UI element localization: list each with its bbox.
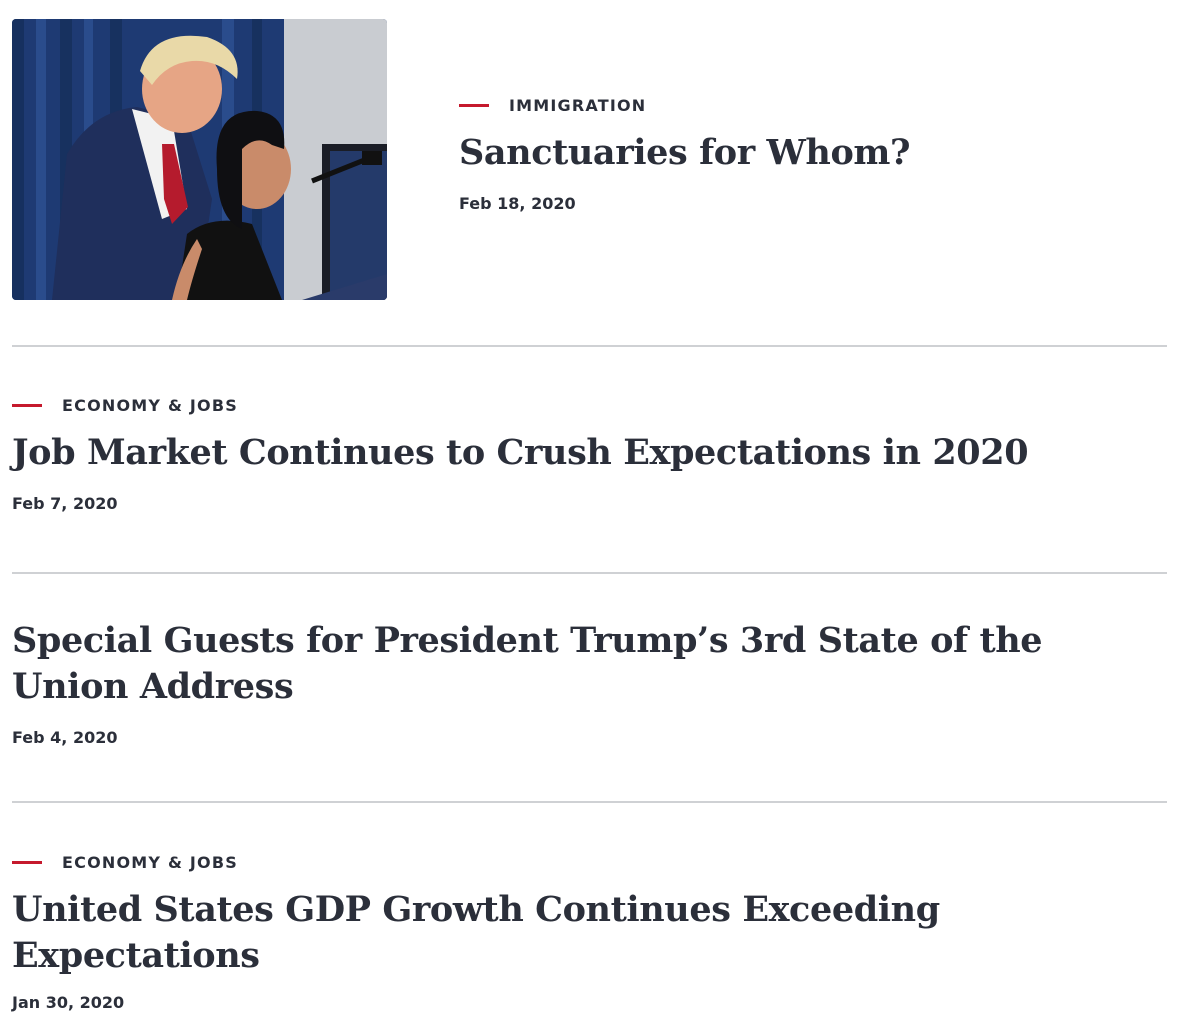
article-date: Feb 7, 2020 — [12, 494, 118, 513]
category-accent-dash — [459, 103, 489, 107]
divider — [12, 345, 1167, 347]
article-title[interactable]: Sanctuaries for Whom? — [459, 130, 911, 176]
article-category[interactable]: IMMIGRATION — [459, 94, 910, 116]
divider — [12, 801, 1167, 803]
category-accent-dash — [12, 403, 42, 407]
article-date: Feb 18, 2020 — [459, 194, 576, 213]
divider — [12, 572, 1167, 574]
article-list-item: ECONOMY & JOBS Job Market Continues to C… — [12, 394, 1167, 513]
article-list-item: ECONOMY & JOBS United States GDP Growth … — [12, 851, 1167, 1012]
podium-photo — [12, 19, 387, 300]
featured-article-image[interactable] — [12, 19, 387, 300]
article-title[interactable]: Job Market Continues to Crush Expectatio… — [12, 430, 1167, 476]
article-title[interactable]: United States GDP Growth Continues Excee… — [12, 887, 1167, 979]
category-label[interactable]: ECONOMY & JOBS — [62, 853, 238, 872]
article-title[interactable]: Special Guests for President Trump’s 3rd… — [12, 618, 1167, 710]
category-label[interactable]: IMMIGRATION — [509, 96, 646, 115]
article-category[interactable]: ECONOMY & JOBS — [12, 394, 1167, 416]
category-label[interactable]: ECONOMY & JOBS — [62, 396, 238, 415]
article-date: Feb 4, 2020 — [12, 728, 118, 747]
featured-article: IMMIGRATION Sanctuaries for Whom? Feb 18… — [459, 94, 911, 213]
article-list-item: Special Guests for President Trump’s 3rd… — [12, 618, 1167, 747]
category-accent-dash — [12, 860, 42, 864]
article-category[interactable]: ECONOMY & JOBS — [12, 851, 1167, 873]
